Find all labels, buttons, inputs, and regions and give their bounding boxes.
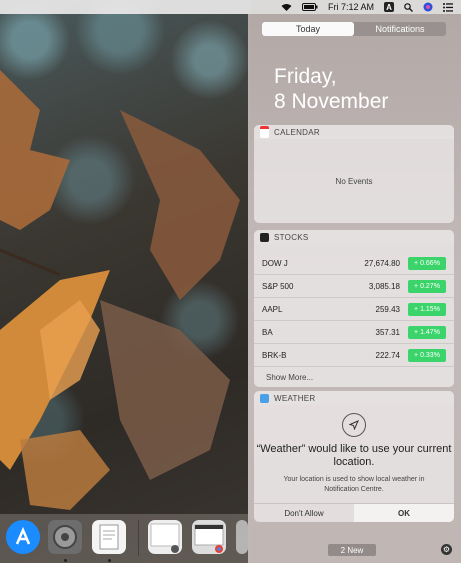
stock-symbol: S&P 500 [262,281,294,291]
dock-separator [138,520,139,556]
app-store-icon[interactable] [6,520,40,554]
input-source-icon[interactable]: A [384,2,394,12]
stock-price: 27,674.80 [364,258,400,268]
gear-icon[interactable]: ⚙ [441,544,452,555]
weather-prompt-description: Your location is used to show local weat… [283,476,425,493]
calendar-header: CALENDAR [254,125,454,139]
today-date: Friday, 8 November [274,64,388,114]
ok-button[interactable]: OK [354,504,454,522]
weather-header: WEATHER [254,391,454,405]
stock-change-badge[interactable]: + 0.66% [408,256,446,270]
stock-change-badge[interactable]: + 1.47% [408,325,446,339]
weather-widget: WEATHER “Weather” would like to use your… [254,391,454,522]
input-source-label: A [384,2,394,12]
calendar-icon [260,126,269,138]
show-more-link[interactable]: Show More... [254,367,454,387]
menu-clock[interactable]: Fri 7:12 AM [328,2,374,12]
view-switcher: Today Notifications [262,22,446,36]
stock-row[interactable]: AAPL 259.43 + 1.15% [254,298,454,321]
notification-centre-icon[interactable] [443,2,453,12]
stock-change-badge[interactable]: + 0.27% [408,279,446,293]
browser-window-thumbnail-icon[interactable] [192,520,226,554]
system-preferences-icon[interactable] [48,520,82,554]
weather-prompt-text: “Weather” would like to use your current… [256,443,452,468]
stock-symbol: BA [262,327,273,337]
tab-notifications[interactable]: Notifications [354,22,446,36]
location-arrow-icon [342,413,366,437]
stock-change-badge[interactable]: + 1.15% [408,302,446,316]
calendar-widget: CALENDAR No Events [254,125,454,223]
weather-icon [260,393,269,403]
tab-today[interactable]: Today [262,22,354,36]
running-indicator [108,559,111,562]
weather-permission-prompt: “Weather” would like to use your current… [254,413,454,495]
notification-centre-panel: Today Notifications Friday, 8 November C… [248,14,461,563]
siri-icon[interactable] [423,2,433,12]
stock-row[interactable]: DOW J 27,674.80 + 0.66% [254,252,454,275]
spotlight-search-icon[interactable] [404,2,413,12]
desktop-wallpaper [0,0,250,563]
battery-icon[interactable] [301,3,318,11]
date-day-month: 8 November [274,90,389,113]
stock-change-badge[interactable]: + 0.33% [408,348,446,362]
stocks-header: STOCKS [254,230,454,244]
stock-row[interactable]: BRK-B 222.74 + 0.33% [254,344,454,367]
new-notifications-badge[interactable]: 2 New [328,544,376,556]
stock-price: 3,085.18 [368,281,400,291]
date-weekday: Friday, [274,65,337,88]
stock-price: 259.43 [375,304,400,314]
calendar-title: CALENDAR [274,127,320,137]
weather-button-row: Don't Allow OK [254,503,454,522]
stocks-icon [260,232,269,242]
dock [0,514,248,563]
stock-row[interactable]: S&P 500 3,085.18 + 0.27% [254,275,454,298]
calendar-empty-text: No Events [335,176,373,186]
stock-symbol: DOW J [262,258,288,268]
stock-symbol: AAPL [262,304,283,314]
stock-row[interactable]: BA 357.31 + 1.47% [254,321,454,344]
trash-icon[interactable] [236,520,248,554]
stock-symbol: BRK-B [262,350,287,360]
textedit-icon[interactable] [92,520,126,554]
stock-price: 222.74 [375,350,400,360]
document-thumbnail-icon[interactable] [148,520,182,554]
stocks-widget: STOCKS DOW J 27,674.80 + 0.66% S&P 500 3… [254,230,454,387]
menu-bar: Fri 7:12 AM A [0,0,461,14]
stocks-title: STOCKS [274,232,309,242]
weather-title: WEATHER [274,393,316,403]
wifi-icon[interactable] [281,3,292,12]
stock-price: 357.31 [375,327,400,337]
running-indicator [64,559,67,562]
autumn-leaves-image [0,70,240,510]
dont-allow-button[interactable]: Don't Allow [254,504,354,522]
